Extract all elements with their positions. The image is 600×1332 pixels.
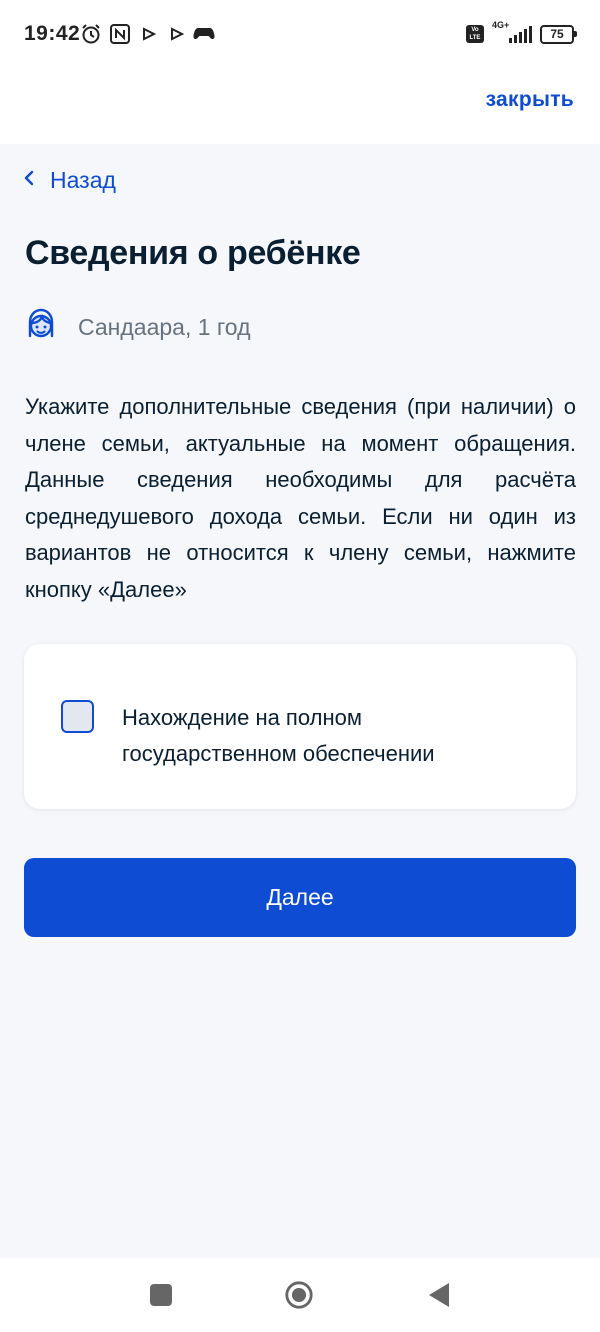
page-title: Сведения о ребёнке [25,234,361,272]
home-icon[interactable] [284,1280,314,1310]
status-bar: 19:42 Vo LTE 4G+ 75 [0,0,600,66]
top-bar: закрыть [0,66,600,144]
play-icon [170,23,184,45]
person-name: Сандаара, 1 год [78,314,251,340]
alarm-icon [80,23,102,45]
chevron-left-icon [22,169,36,192]
battery-icon: 75 [540,24,577,44]
description-text: Укажите дополнительные сведения (при нал… [25,394,576,602]
signal-icon: 4G+ [492,20,532,45]
recent-apps-icon[interactable] [146,1280,176,1310]
network-type-label: 4G+ [492,20,510,30]
back-button[interactable]: Назад [22,164,116,196]
child-avatar-icon [22,306,60,349]
option-label[interactable]: Нахождение на полном государственном обе… [122,700,522,772]
system-nav-bar [0,1258,600,1332]
next-button[interactable]: Далее [24,858,576,937]
person-info: Сандаара, 1 год [22,306,251,349]
back-triangle-icon[interactable] [424,1280,454,1310]
back-label: Назад [50,166,116,193]
option-checkbox[interactable] [61,700,94,733]
nfc-icon [110,23,130,45]
play-icon [142,23,156,45]
volte-icon: Vo LTE [466,25,484,43]
game-controller-icon [193,23,215,45]
status-time: 19:42 [24,22,81,45]
battery-level: 75 [550,27,564,41]
close-link[interactable]: закрыть [486,88,574,112]
option-card: Нахождение на полном государственном обе… [24,644,576,809]
